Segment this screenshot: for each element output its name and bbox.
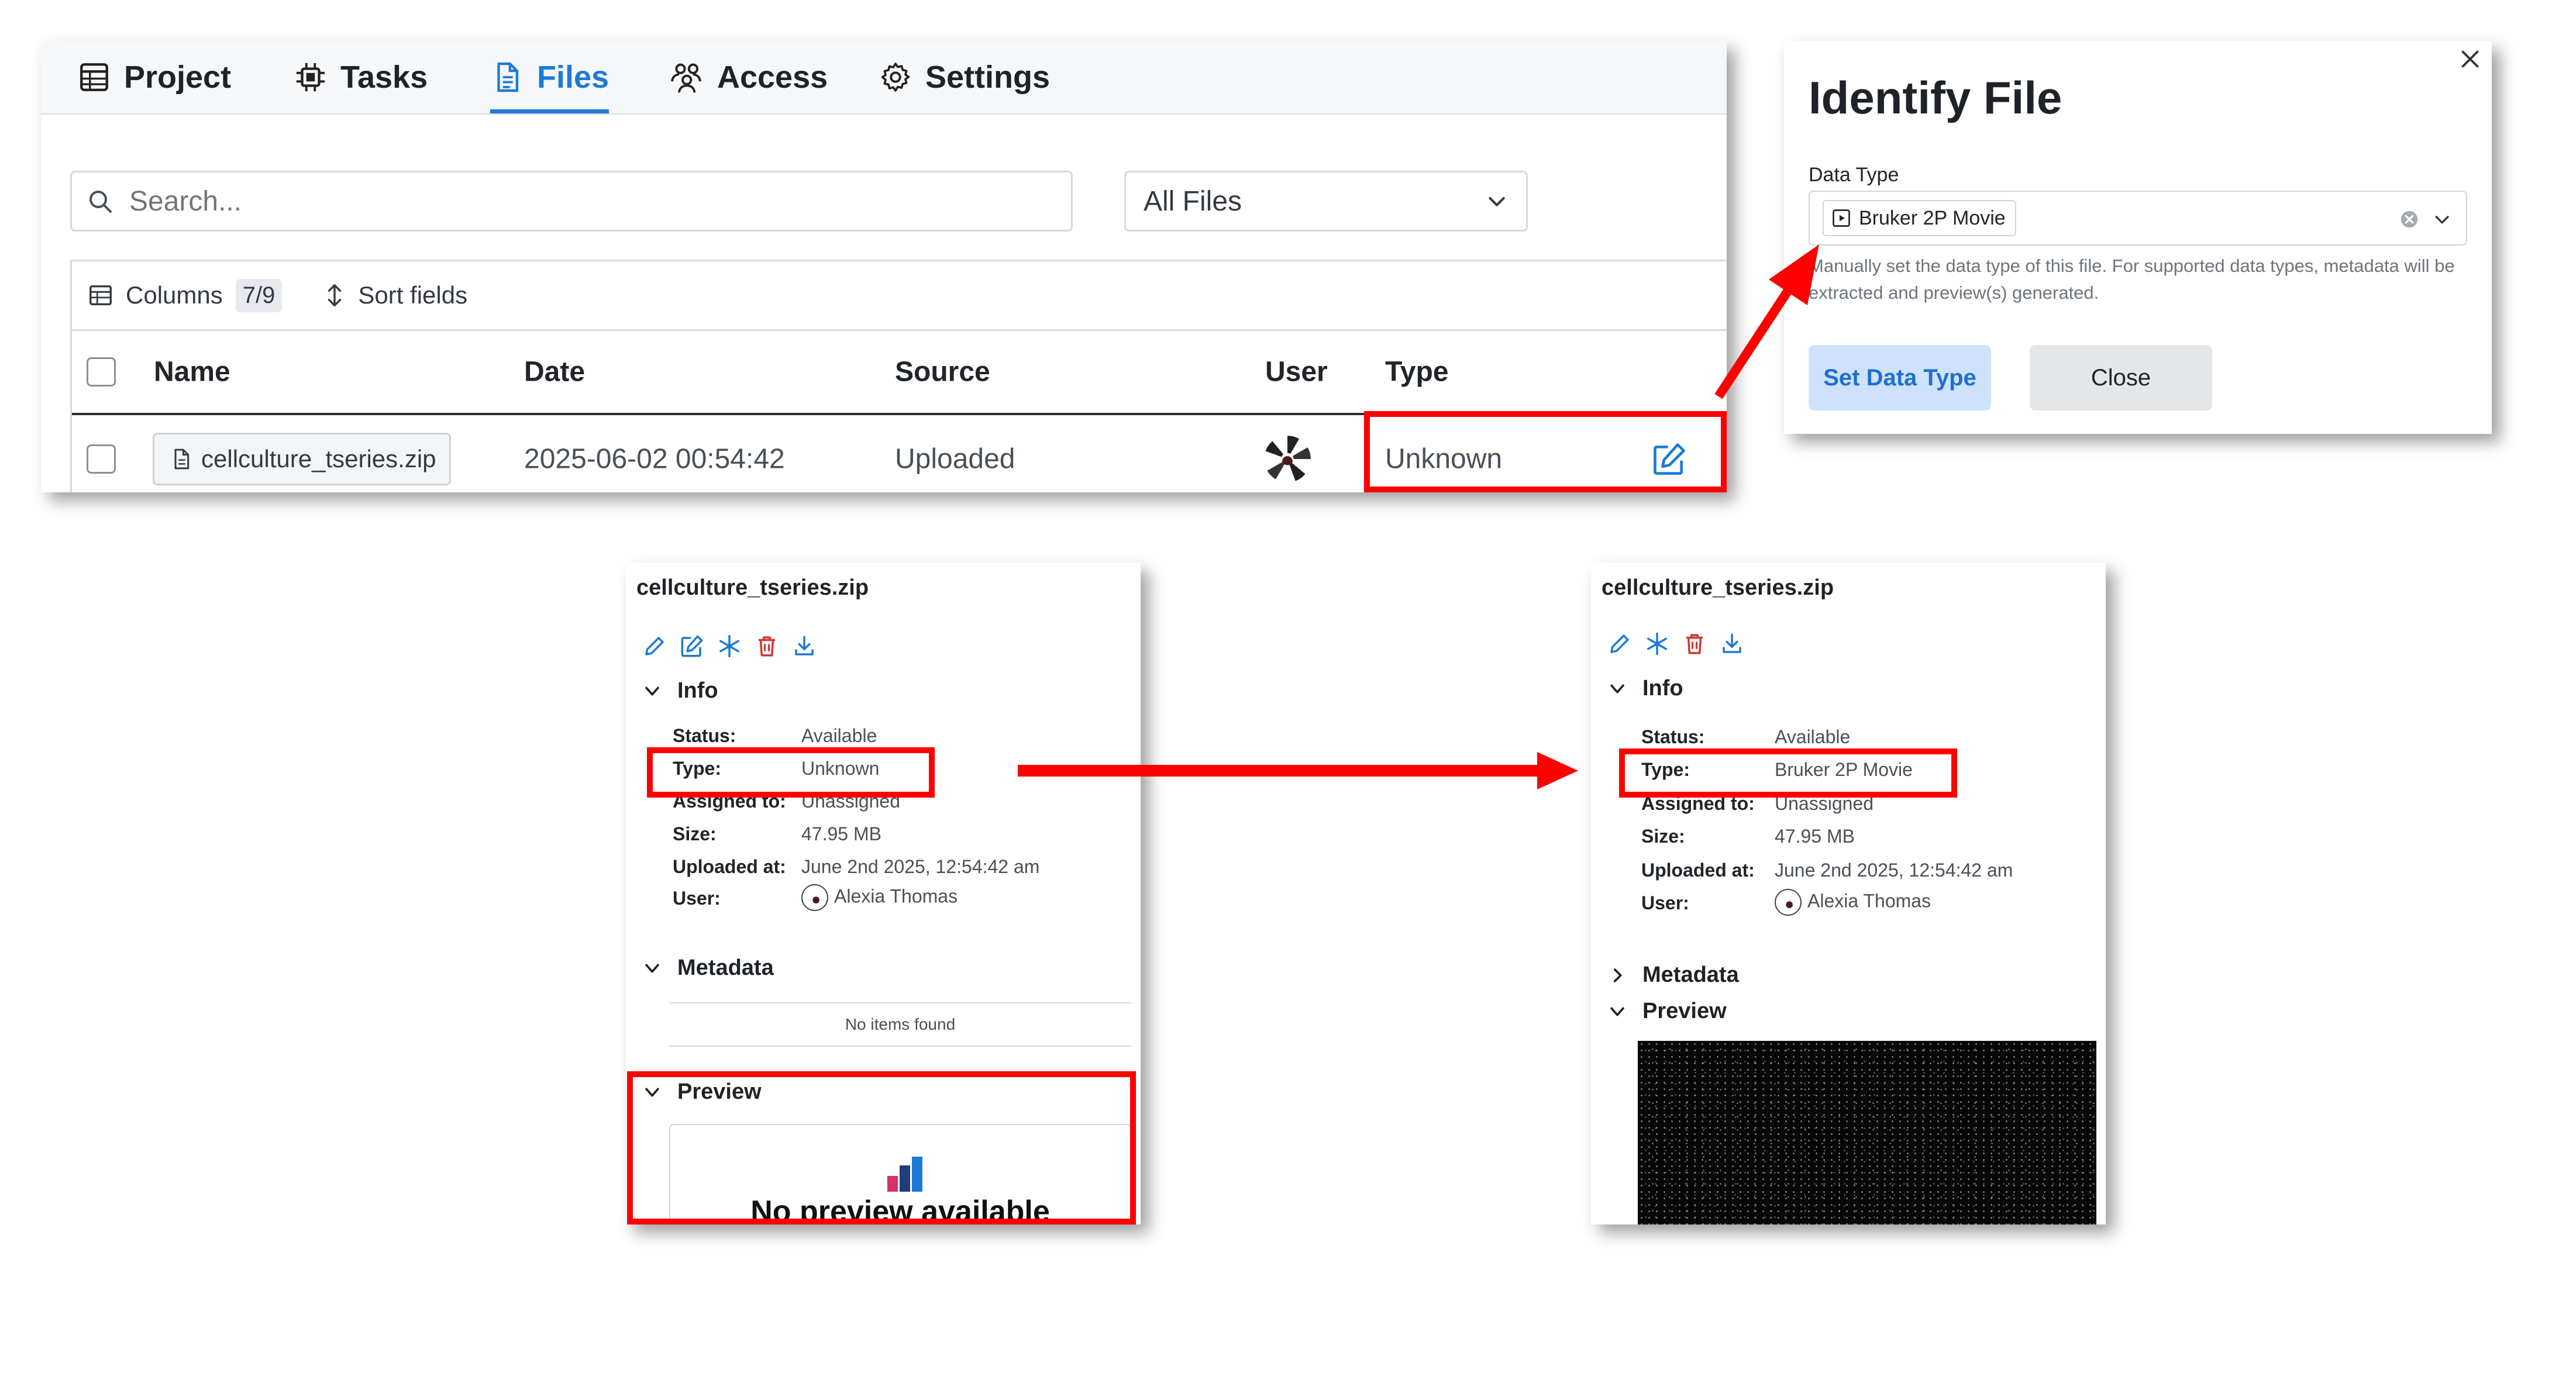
arrow-to-dialog <box>1714 244 1819 399</box>
annotation-arrows <box>1018 244 1819 789</box>
arrow-before-to-after <box>1018 752 1578 789</box>
